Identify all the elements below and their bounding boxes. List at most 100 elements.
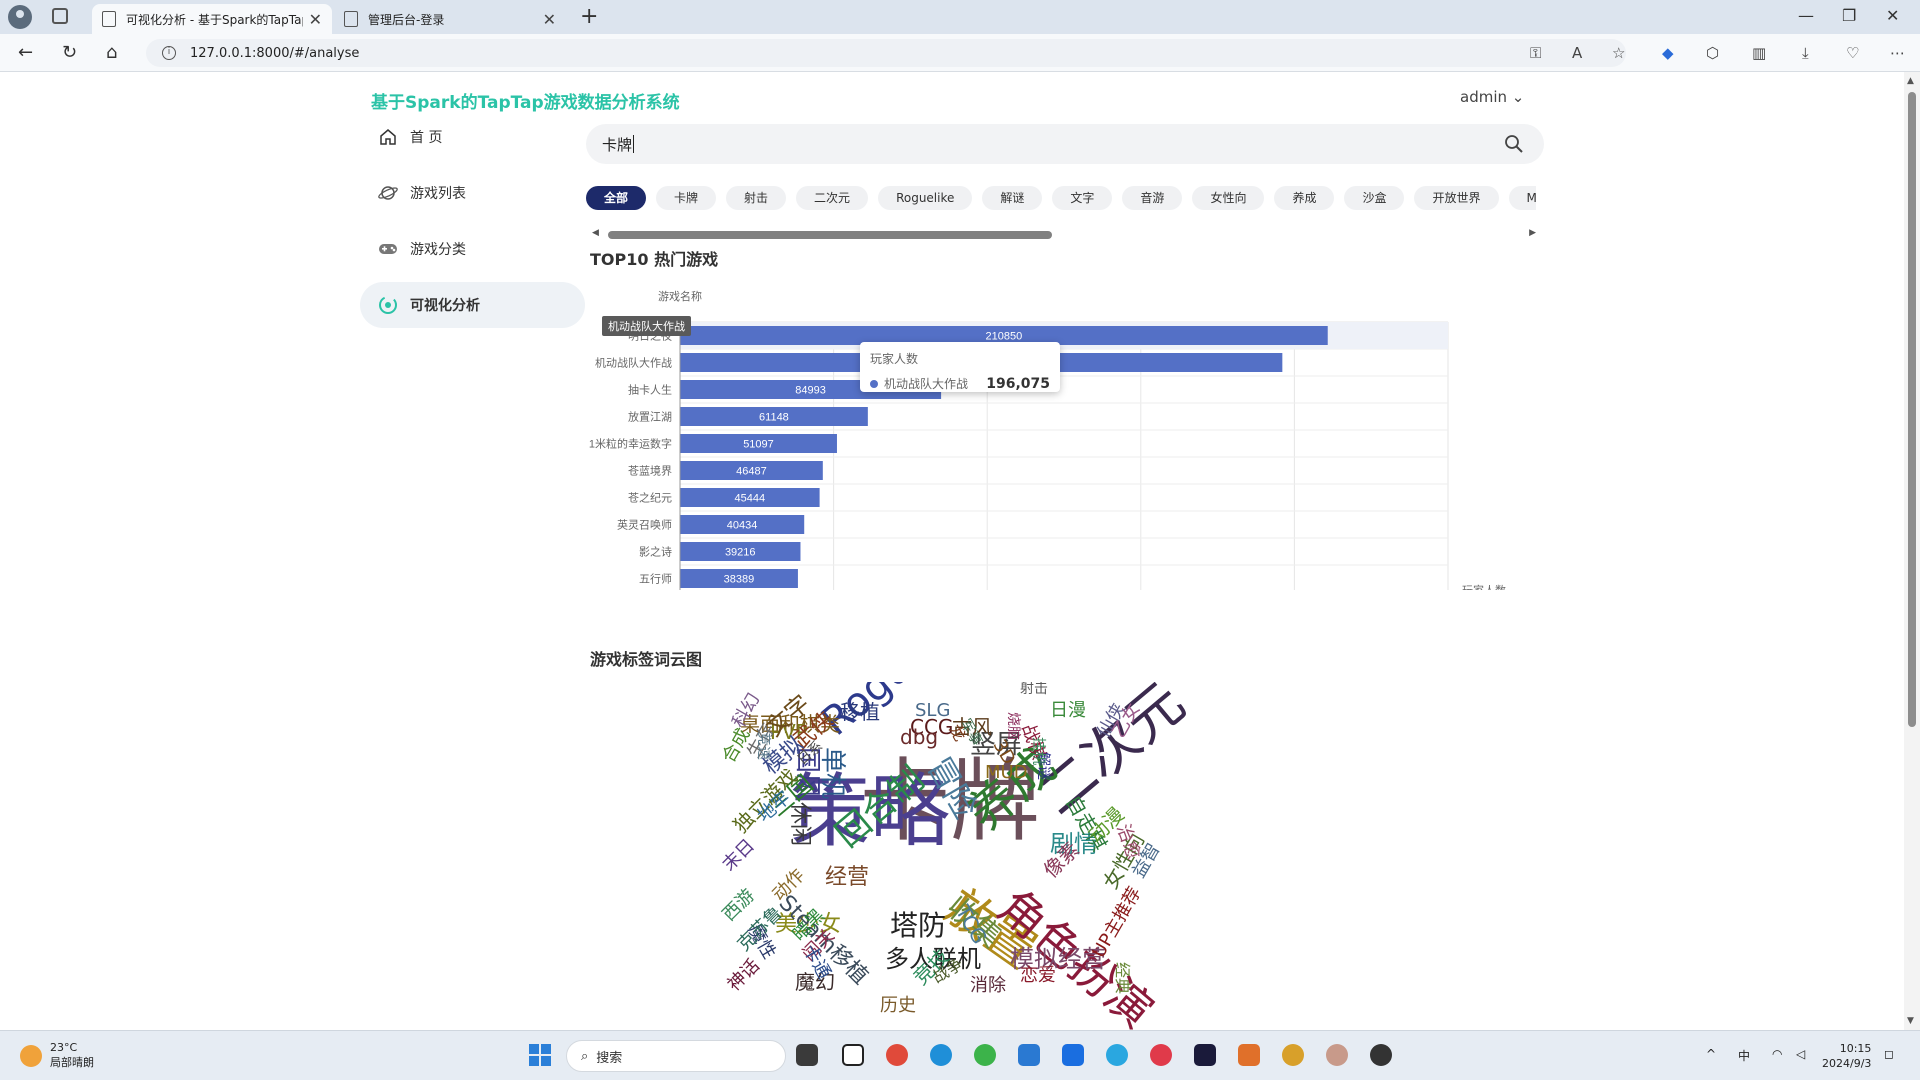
home-icon[interactable]: ⌂ bbox=[106, 42, 117, 63]
series-dot bbox=[870, 379, 878, 388]
word-cloud-term: 日漫 bbox=[1050, 700, 1086, 721]
top10-title: TOP10 热门游戏 bbox=[590, 250, 719, 269]
scrollbar-thumb[interactable] bbox=[608, 231, 1052, 239]
start-icon[interactable] bbox=[528, 1043, 551, 1066]
tag-filter-chip[interactable]: 养成 bbox=[1274, 186, 1335, 210]
scroll-right-icon[interactable]: ▶ bbox=[1529, 228, 1536, 238]
edge-icon[interactable] bbox=[930, 1044, 952, 1066]
chrome-icon[interactable] bbox=[886, 1044, 908, 1066]
address-toolbar: ← ↻ ⌂ i 127.0.0.1:8000/#/analyse ⚿ A ☆ ◆… bbox=[0, 34, 1920, 72]
brand-title[interactable]: 基于Spark的TapTap游戏数据分析系统 bbox=[371, 88, 680, 113]
profile-icon[interactable] bbox=[8, 5, 32, 29]
app-icon[interactable] bbox=[1062, 1044, 1084, 1066]
volume-icon[interactable]: ◁ bbox=[1796, 1047, 1805, 1061]
app-icon[interactable] bbox=[1370, 1044, 1392, 1066]
page-content: 基于Spark的TapTap游戏数据分析系统 admin ⌄ 首 页 游戏列表 … bbox=[0, 72, 1904, 1030]
tag-filter-chip[interactable]: 卡牌 bbox=[656, 186, 717, 210]
wechat-icon[interactable] bbox=[974, 1044, 996, 1066]
scrollbar-thumb[interactable] bbox=[1908, 92, 1916, 727]
top10-bar-chart: 游戏名称050,000100,000150,000200,000250,0002… bbox=[589, 289, 1506, 590]
app-icon[interactable] bbox=[1238, 1044, 1260, 1066]
search-icon[interactable] bbox=[1504, 134, 1524, 158]
chevron-up-icon[interactable]: ^ bbox=[1706, 1047, 1716, 1061]
tag-filter-chip[interactable]: 女性向 bbox=[1192, 186, 1265, 210]
x-axis-title: 玩家人数 bbox=[1462, 583, 1506, 590]
tag-filter-chip[interactable]: MMORPG bbox=[1508, 186, 1536, 210]
tag-filter-chip[interactable]: 沙盒 bbox=[1344, 186, 1405, 210]
chrome-icon[interactable] bbox=[1282, 1044, 1304, 1066]
extensions-icon[interactable]: ⬡ bbox=[1706, 44, 1719, 62]
extension-icon[interactable]: ◆ bbox=[1662, 44, 1674, 62]
word-cloud-term: 经营 bbox=[825, 865, 870, 890]
wifi-icon[interactable]: ◠ bbox=[1772, 1047, 1782, 1061]
more-icon[interactable]: ⋯ bbox=[1890, 44, 1905, 62]
tooltip-name: 机动战队大作战 bbox=[884, 377, 969, 391]
chart-tooltip: 玩家人数 机动战队大作战 196,075 bbox=[860, 342, 1060, 392]
browser-tab-analyse[interactable]: 可视化分析 - 基于Spark的TapTap游戏数据分析系统 ✕ bbox=[92, 4, 332, 34]
page-scrollbar[interactable]: ▲ ▼ bbox=[1904, 72, 1920, 1030]
bar-value-label: 84993 bbox=[795, 385, 826, 397]
bar-value-label: 40434 bbox=[727, 520, 758, 532]
browser-tab-login[interactable]: 管理后台-登录 ✕ bbox=[334, 4, 566, 34]
chat-icon[interactable] bbox=[1106, 1044, 1128, 1066]
tag-filter-chip[interactable]: 二次元 bbox=[796, 186, 869, 210]
sidebar-item-home[interactable]: 首 页 bbox=[360, 114, 585, 160]
sidebar-item-label: 首 页 bbox=[410, 130, 443, 146]
vscode-icon[interactable] bbox=[1018, 1044, 1040, 1066]
tooltip-title: 玩家人数 bbox=[870, 352, 919, 366]
sidebar-item-game-list[interactable]: 游戏列表 bbox=[360, 170, 585, 216]
y-tick-label: 五行师 bbox=[639, 573, 672, 586]
tag-filter-chip[interactable]: 文字 bbox=[1052, 186, 1113, 210]
music-icon[interactable] bbox=[1150, 1044, 1172, 1066]
search-input[interactable]: 卡牌 bbox=[586, 124, 1544, 164]
info-icon[interactable]: i bbox=[162, 46, 176, 60]
word-cloud-term: dbg bbox=[900, 725, 939, 749]
tag-filter-chip[interactable]: 解谜 bbox=[982, 186, 1043, 210]
tag-filter-chip[interactable]: 全部 bbox=[586, 186, 647, 210]
workspaces-icon[interactable] bbox=[52, 8, 68, 24]
scroll-down-icon[interactable]: ▼ bbox=[1907, 1016, 1914, 1026]
y-tick-label: 1米粒的幸运数字 bbox=[589, 437, 672, 451]
notion-icon[interactable] bbox=[842, 1044, 864, 1066]
notification-icon[interactable]: ◻ bbox=[1884, 1047, 1894, 1061]
sidebar-item-game-category[interactable]: 游戏分类 bbox=[360, 226, 585, 272]
refresh-icon[interactable]: ↻ bbox=[62, 42, 77, 63]
address-field[interactable]: i 127.0.0.1:8000/#/analyse bbox=[146, 39, 1626, 67]
tag-filter-chip[interactable]: 音游 bbox=[1122, 186, 1183, 210]
favorite-icon[interactable]: ☆ bbox=[1612, 44, 1625, 62]
close-icon[interactable]: ✕ bbox=[309, 10, 322, 29]
split-screen-icon[interactable]: ▥ bbox=[1752, 44, 1766, 62]
weather-widget[interactable]: 23°C 局部晴朗 bbox=[20, 1041, 94, 1070]
chevron-down-icon: ⌄ bbox=[1511, 88, 1525, 106]
ime-indicator[interactable]: 中 bbox=[1738, 1047, 1750, 1064]
tag-filter-chip[interactable]: Roguelike bbox=[878, 186, 973, 210]
word-cloud-term: 经典 bbox=[1113, 962, 1132, 995]
window-close-button[interactable]: ✕ bbox=[1886, 6, 1899, 25]
jetbrains-icon[interactable] bbox=[1194, 1044, 1216, 1066]
key-icon[interactable]: ⚿ bbox=[1530, 44, 1541, 62]
tag-scrollbar[interactable]: ◀ ▶ bbox=[586, 228, 1536, 240]
read-aloud-icon[interactable]: A bbox=[1572, 44, 1582, 62]
browser-essentials-icon[interactable]: ♡ bbox=[1846, 44, 1859, 62]
new-tab-button[interactable]: + bbox=[580, 4, 598, 29]
taskbar-search[interactable]: ⌕ 搜索 bbox=[566, 1040, 786, 1072]
back-icon[interactable]: ← bbox=[18, 42, 33, 63]
tag-filter-chip[interactable]: 开放世界 bbox=[1414, 186, 1499, 210]
file-explorer-icon[interactable] bbox=[796, 1044, 818, 1066]
downloads-icon[interactable]: ⤓ bbox=[1802, 44, 1809, 62]
user-menu[interactable]: admin ⌄ bbox=[1460, 88, 1524, 106]
y-axis-title: 游戏名称 bbox=[658, 289, 702, 303]
minimize-button[interactable]: — bbox=[1798, 6, 1814, 25]
restore-button[interactable]: ❐ bbox=[1842, 6, 1856, 25]
close-icon[interactable]: ✕ bbox=[543, 10, 556, 29]
scroll-left-icon[interactable]: ◀ bbox=[592, 228, 599, 238]
word-cloud-term: 神话 bbox=[723, 955, 764, 996]
clock[interactable]: 10:15 2024/9/3 bbox=[1822, 1041, 1871, 1071]
sidebar-item-analysis[interactable]: 可视化分析 bbox=[360, 282, 585, 328]
scroll-up-icon[interactable]: ▲ bbox=[1907, 76, 1914, 86]
bar-value-label: 46487 bbox=[736, 466, 767, 478]
avatar-icon[interactable] bbox=[1326, 1044, 1348, 1066]
tooltip-value: 196,075 bbox=[986, 375, 1050, 392]
word-cloud-term: 竞速 bbox=[755, 732, 771, 760]
tag-filter-chip[interactable]: 射击 bbox=[726, 186, 787, 210]
